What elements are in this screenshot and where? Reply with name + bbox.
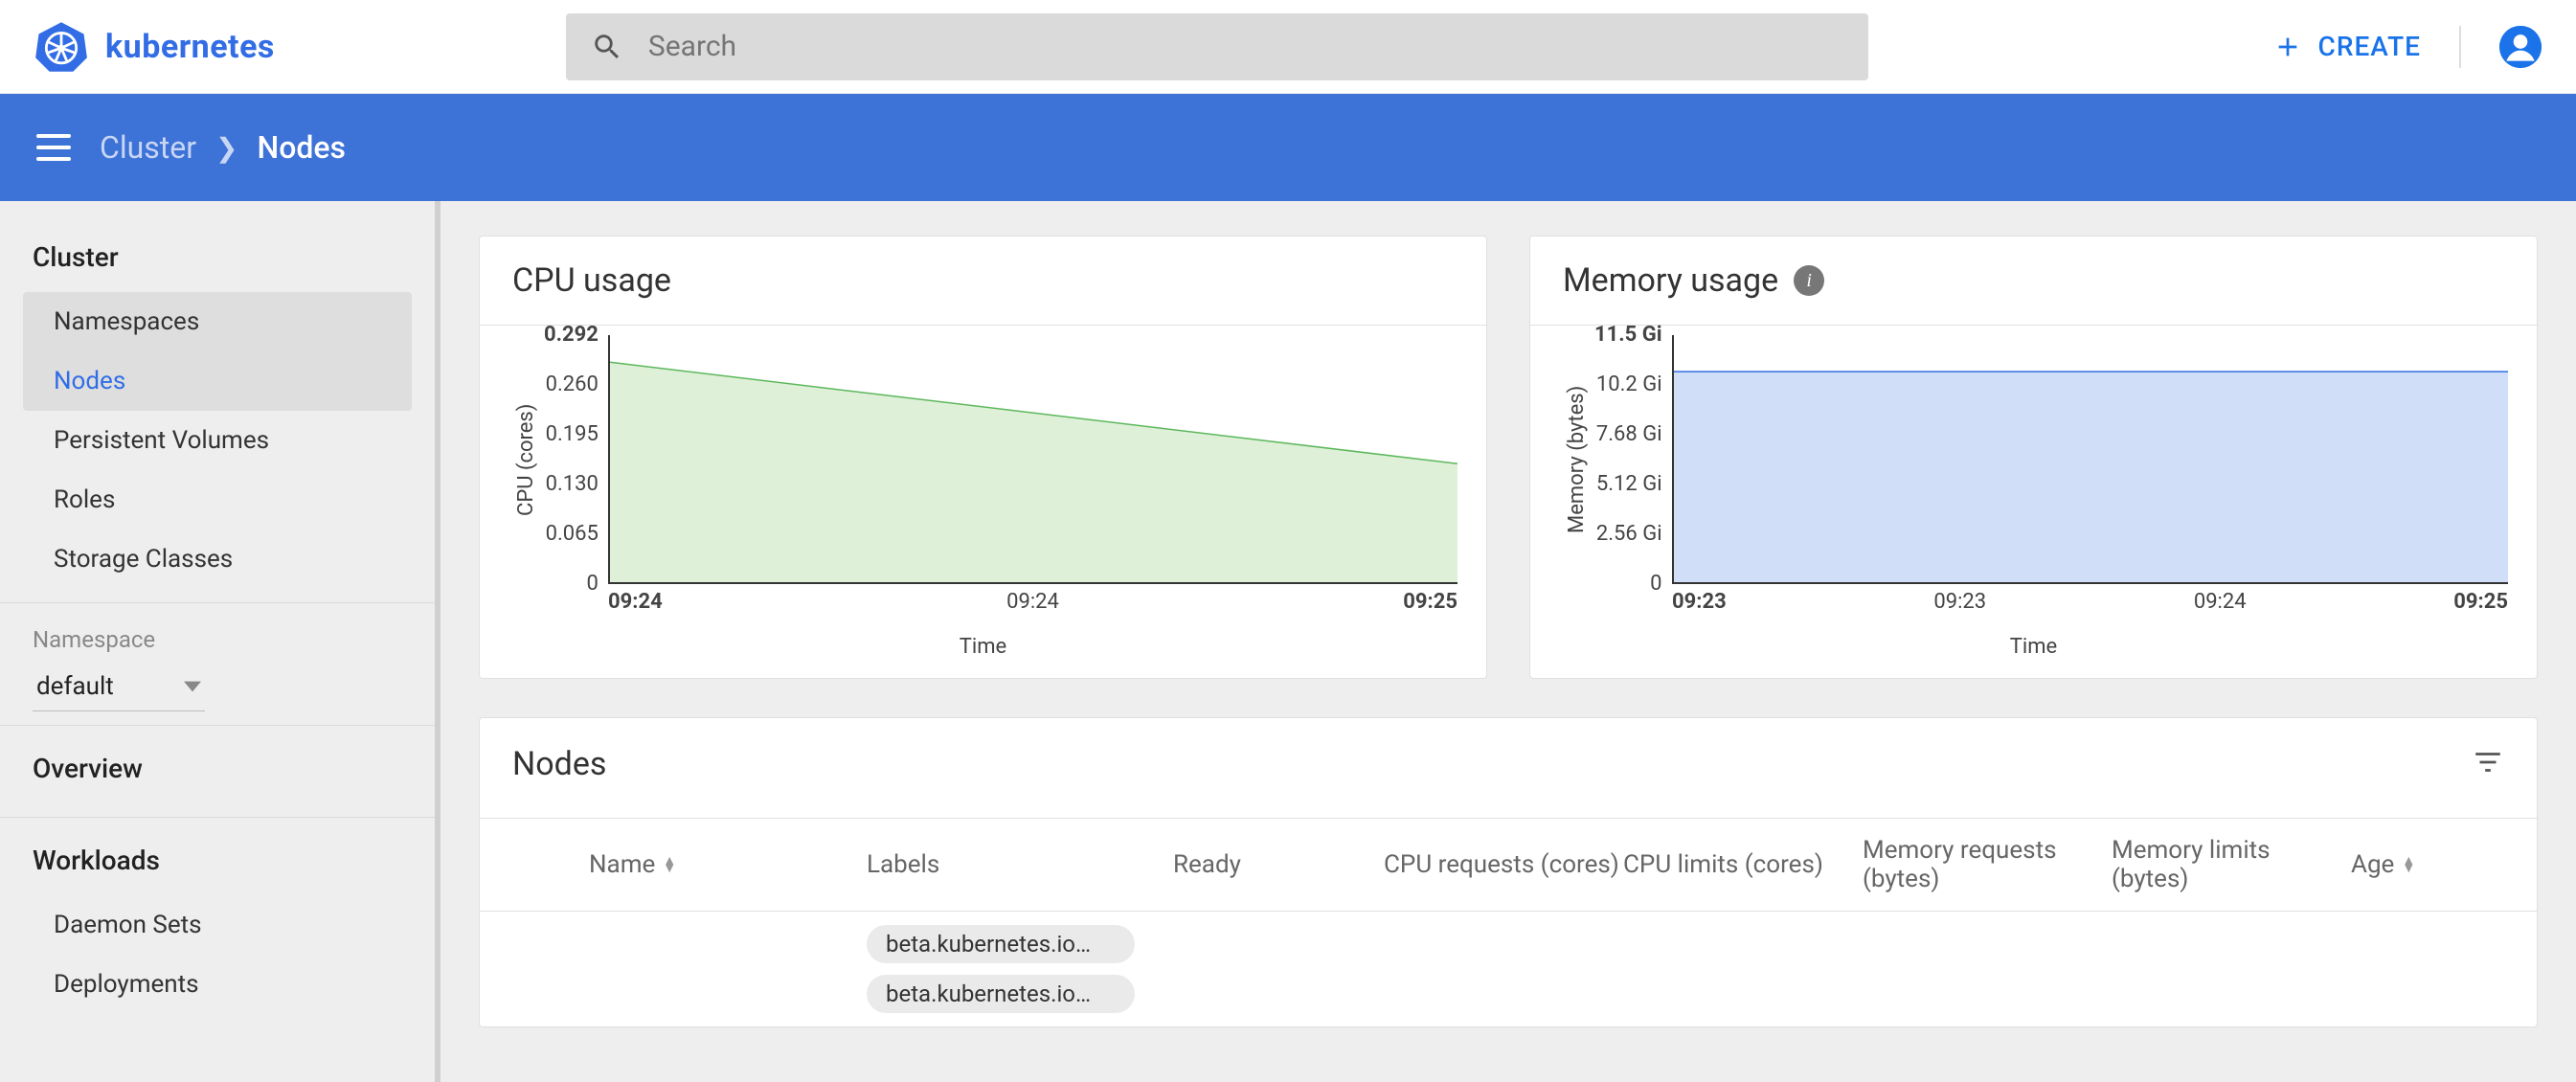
hamburger-menu-icon[interactable] — [34, 128, 73, 167]
cpu-plot — [610, 335, 1457, 582]
sidebar-item-roles[interactable]: Roles — [0, 470, 435, 530]
col-age[interactable]: Age▲▼ — [2351, 850, 2466, 879]
breadcrumb-parent[interactable]: Cluster — [100, 129, 196, 166]
label-chip[interactable]: beta.kubernetes.io… — [867, 925, 1135, 963]
chevron-right-icon: ❯ — [215, 132, 237, 164]
search-input[interactable] — [646, 29, 1843, 64]
logo-text: kubernetes — [105, 28, 275, 66]
logo[interactable]: kubernetes — [34, 20, 275, 74]
sidebar-group-overview[interactable]: Overview — [0, 739, 435, 803]
cpu-usage-card: CPU usage CPU (cores) 0.2920.2600.1950.1… — [479, 236, 1487, 679]
col-ready[interactable]: Ready — [1173, 850, 1384, 879]
sort-icon: ▲▼ — [2402, 857, 2415, 872]
col-memory-requests[interactable]: Memory requests (bytes) — [1863, 836, 2112, 893]
namespace-label: Namespace — [0, 617, 435, 657]
memory-y-ticks: 11.5 Gi10.2 Gi7.68 Gi5.12 Gi2.56 Gi0 — [1594, 335, 1672, 584]
cpu-chart: CPU (cores) 0.2920.2600.1950.1300.0650 0… — [508, 335, 1457, 659]
cpu-y-label: CPU (cores) — [508, 335, 544, 584]
memory-chart: Memory (bytes) 11.5 Gi10.2 Gi7.68 Gi5.12… — [1559, 335, 2508, 659]
sidebar-item-storage-classes[interactable]: Storage Classes — [0, 530, 435, 589]
namespace-select[interactable]: default — [33, 663, 205, 711]
col-memory-limits[interactable]: Memory limits (bytes) — [2112, 836, 2351, 893]
sidebar-item-nodes[interactable]: Nodes — [23, 351, 412, 411]
cpu-y-ticks: 0.2920.2600.1950.1300.0650 — [544, 335, 608, 584]
nodes-table-title: Nodes — [512, 745, 606, 783]
divider — [2459, 26, 2461, 68]
sidebar-item-namespaces[interactable]: Namespaces — [23, 292, 412, 351]
col-name[interactable]: Name▲▼ — [589, 850, 867, 879]
filter-icon[interactable] — [2472, 746, 2504, 782]
cpu-x-label: Time — [508, 635, 1457, 659]
labels-cell: beta.kubernetes.io… beta.kubernetes.io… — [867, 925, 1173, 1013]
sidebar-item-persistent-volumes[interactable]: Persistent Volumes — [0, 411, 435, 470]
search-icon — [591, 31, 623, 63]
sidebar-item-deployments[interactable]: Deployments — [0, 955, 435, 1014]
cpu-card-title: CPU usage — [512, 261, 671, 300]
memory-x-label: Time — [1559, 635, 2508, 659]
sidebar-item-daemon-sets[interactable]: Daemon Sets — [0, 895, 435, 955]
nodes-table-card: Nodes Name▲▼ Labels Ready CPU requests (… — [479, 717, 2538, 1027]
col-cpu-limits[interactable]: CPU limits (cores) — [1623, 850, 1863, 879]
cpu-x-ticks: 09:2409:2409:25 — [608, 584, 1457, 614]
user-icon — [2499, 26, 2542, 68]
nodes-table-header: Name▲▼ Labels Ready CPU requests (cores)… — [480, 818, 2537, 912]
create-button[interactable]: CREATE — [2272, 31, 2421, 62]
memory-plot — [1674, 335, 2508, 582]
main-content: CPU usage CPU (cores) 0.2920.2600.1950.1… — [441, 201, 2576, 1082]
sidebar: Cluster Namespaces Nodes Persistent Volu… — [0, 201, 441, 1082]
top-header: kubernetes CREATE — [0, 0, 2576, 94]
memory-card-title: Memory usage — [1563, 261, 1778, 300]
label-chip[interactable]: beta.kubernetes.io… — [867, 975, 1135, 1013]
namespace-value: default — [36, 672, 114, 701]
sidebar-group-workloads: Workloads — [0, 831, 435, 895]
breadcrumb-bar: Cluster ❯ Nodes — [0, 94, 2576, 201]
memory-usage-card: Memory usage i Memory (bytes) 11.5 Gi10.… — [1529, 236, 2538, 679]
memory-x-ticks: 09:2309:2309:2409:25 — [1672, 584, 2508, 614]
search-box[interactable] — [566, 13, 1868, 80]
sidebar-group-cluster: Cluster — [0, 228, 435, 292]
kubernetes-icon — [34, 20, 88, 74]
col-cpu-requests[interactable]: CPU requests (cores) — [1384, 850, 1623, 879]
table-row[interactable]: beta.kubernetes.io… beta.kubernetes.io… — [480, 912, 2537, 1026]
user-avatar[interactable] — [2499, 26, 2542, 68]
breadcrumb: Cluster ❯ Nodes — [100, 129, 346, 166]
create-label: CREATE — [2318, 31, 2421, 62]
sort-icon: ▲▼ — [663, 857, 676, 872]
chevron-down-icon — [184, 678, 201, 695]
plus-icon — [2272, 32, 2303, 62]
col-labels[interactable]: Labels — [867, 850, 1173, 879]
memory-y-label: Memory (bytes) — [1559, 335, 1594, 584]
breadcrumb-current: Nodes — [258, 129, 347, 166]
info-icon[interactable]: i — [1794, 265, 1824, 296]
